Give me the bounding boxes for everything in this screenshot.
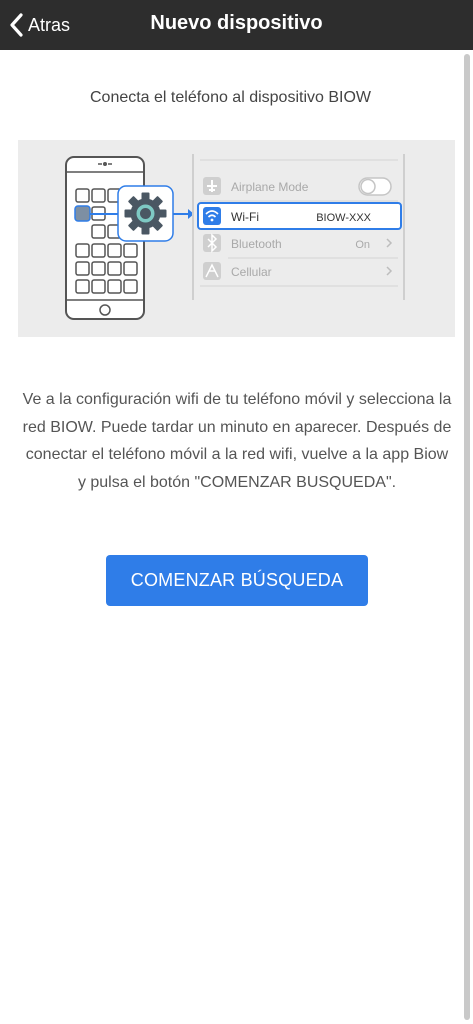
chevron-right-icon	[386, 266, 393, 276]
connection-illustration: Airplane Mode Wi-Fi BIOW-XXX Bluetooth O…	[18, 140, 455, 337]
settings-panel-illustration: Airplane Mode Wi-Fi BIOW-XXX Bluetooth O…	[192, 154, 405, 300]
top-bar: Atras Nuevo dispositivo	[0, 0, 473, 50]
instruction-heading: Conecta el teléfono al dispositivo BIOW	[89, 89, 372, 106]
cellular-label: Cellular	[231, 265, 272, 279]
start-search-button[interactable]: COMENZAR BÚSQUEDA	[106, 555, 368, 606]
airplane-mode-label: Airplane Mode	[231, 180, 309, 194]
chevron-right-icon	[386, 238, 393, 248]
scrollbar[interactable]	[464, 54, 470, 1020]
wifi-network-value: BIOW-XXX	[316, 212, 371, 224]
bluetooth-value: On	[355, 239, 370, 251]
wifi-label: Wi-Fi	[231, 210, 259, 224]
bluetooth-label: Bluetooth	[231, 237, 282, 251]
instruction-description: Ve a la configuración wifi de tu teléfon…	[22, 391, 452, 491]
page-title: Nuevo dispositivo	[150, 12, 323, 34]
settings-gear-icon	[117, 185, 174, 242]
